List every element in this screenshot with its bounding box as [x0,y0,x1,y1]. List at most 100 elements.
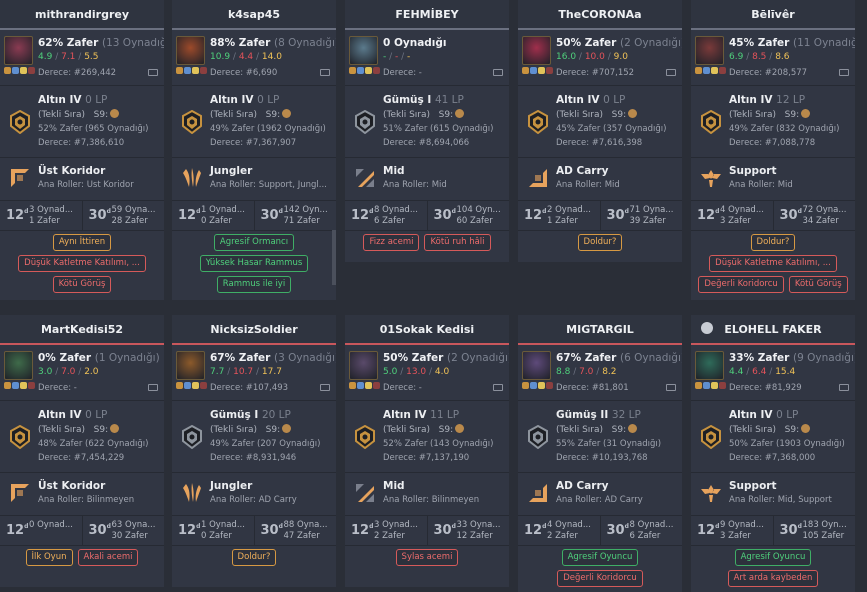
jungle-role-icon [181,167,203,189]
player-tag[interactable]: Düşük Katletme Katılımı, ... [18,255,146,272]
player-name-header[interactable]: ELOHELL FAKER [691,315,855,345]
ranked-winrate: 55% Zafer (31 Oynadığı) [556,439,662,449]
rank-emblem-icon [354,109,376,135]
champion-portrait [522,36,551,65]
tags-area: Aynı İttiren Düşük Katletme Katılımı, ...… [0,231,164,293]
rank-emblem-icon [700,109,722,135]
rank-tier: Altın IV 0 LP [38,409,108,421]
player-name-header[interactable]: FEHMİBEY [345,0,509,30]
player-name[interactable]: 01Sokak Kedisi [380,323,474,336]
champion-section: 0 Oynadığı - / - / - Derece: - [345,30,509,86]
player-tag[interactable]: Değerli Koridorcu [698,276,784,293]
scrollbar[interactable] [332,230,336,285]
book-icon[interactable] [320,69,330,76]
player-name-header[interactable]: NicksizSoldier [172,315,336,345]
role-section: Support Ana Roller: Mid [691,158,855,201]
rank-tier: Altın IV 0 LP [729,409,799,421]
player-card: TheCORONAa 50% Zafer (2 Oynadığı) 16.0 /… [518,0,682,262]
champion-section: 67% Zafer (6 Oynadığı) 8.8 / 7.0 / 8.2 D… [518,345,682,401]
book-icon[interactable] [666,384,676,391]
queue-info: (Tekli Sıra) S9: [556,109,638,120]
player-tag[interactable]: Yüksek Hasar Rammus [199,255,309,272]
player-tag[interactable]: Kötü Görüş [788,276,848,293]
player-tag[interactable]: Değerli Koridorcu [557,570,643,587]
player-name[interactable]: MartKedisi52 [41,323,123,336]
player-tag[interactable]: Agresif Oyuncu [734,549,812,566]
book-icon[interactable] [839,69,849,76]
ranked-rank: Derece: #8,694,066 [383,138,470,148]
season-emblem-icon [110,109,120,118]
book-icon[interactable] [493,384,503,391]
ranked-section: Gümüş I 20 LP (Tekli Sıra) S9: 49% Zafer… [172,401,336,473]
player-tag[interactable]: İlk Oyun [25,549,73,566]
player-name[interactable]: k4sap45 [228,8,280,21]
stat-12-days: 12d 4 Oynad... 2 Zafer [518,516,601,545]
book-icon[interactable] [666,69,676,76]
player-card: 01Sokak Kedisi 50% Zafer (2 Oynadığı) 5.… [345,315,509,587]
player-name[interactable]: mithrandirgrey [35,8,129,21]
ranked-section: Altın IV 11 LP (Tekli Sıra) S9: 52% Zafe… [345,401,509,473]
rune-icons [695,67,726,74]
player-tag[interactable]: Rammus ile iyi [216,276,292,293]
player-name[interactable]: FEHMİBEY [395,8,458,21]
champion-winrate: 67% Zafer (6 Oynadığı) [556,352,682,364]
ranked-winrate: 50% Zafer (1903 Oynadığı) [729,439,845,449]
recent-stats: 12d 1 Oynad... 0 Zafer 30d 88 Oyna... 47 Zaf… [172,516,336,546]
player-name[interactable]: TheCORONAa [558,8,641,21]
tags-area: Doldur? [518,231,682,251]
champion-rank: Derece: #6,690 [210,68,278,78]
player-tag[interactable]: Agresif Ormancı [213,234,295,251]
ranked-rank: Derece: #7,454,229 [38,453,125,463]
rank-tier: Altın IV 0 LP [38,94,108,106]
book-icon[interactable] [148,384,158,391]
player-name[interactable]: Bēlīvêr [751,8,794,21]
player-tag[interactable]: Akali acemi [77,549,139,566]
stat-30-days: 30d 72 Oyna... 34 Zafer [779,205,847,226]
player-tag[interactable]: Doldur? [577,234,623,251]
champion-portrait [695,351,724,380]
player-tag[interactable]: Doldur? [231,549,277,566]
player-name[interactable]: ELOHELL FAKER [724,323,821,336]
player-tag[interactable]: Fizz acemi [363,234,420,251]
champion-rank: Derece: #707,152 [556,68,635,78]
stat-12-days: 12d 1 Oynad... 0 Zafer [172,201,255,230]
book-icon[interactable] [148,69,158,76]
rank-emblem-icon [354,424,376,450]
champion-rank: Derece: #81,801 [556,383,629,393]
player-tag[interactable]: Düşük Katletme Katılımı, ... [709,255,837,272]
player-name-header[interactable]: k4sap45 [172,0,336,30]
role-section: Support Ana Roller: Mid, Support [691,473,855,516]
player-tag[interactable]: Doldur? [750,234,796,251]
ranked-rank: Derece: #7,367,907 [210,138,297,148]
jungle-role-icon [181,482,203,504]
book-icon[interactable] [839,384,849,391]
player-name-header[interactable]: Bēlīvêr [691,0,855,30]
tags-area: Sylas acemi [345,546,509,566]
ranked-winrate: 49% Zafer (832 Oynadığı) [729,124,840,134]
player-name-header[interactable]: TheCORONAa [518,0,682,30]
player-name-header[interactable]: MIGTARGIL [518,315,682,345]
player-name-header[interactable]: MartKedisi52 [0,315,164,345]
champion-winrate: 0 Oynadığı [383,37,447,49]
stat-12-days: 12d 0 Oynad... [0,516,83,545]
season-emblem-icon [628,424,638,433]
player-name-header[interactable]: mithrandirgrey [0,0,164,30]
adc-role-icon [527,167,549,189]
champion-rank: Derece: #269,442 [38,68,117,78]
player-card: MIGTARGIL 67% Zafer (6 Oynadığı) 8.8 / 7… [518,315,682,592]
player-tag[interactable]: Art arda kaybeden [727,570,819,587]
recent-stats: 12d 9 Oynad... 3 Zafer 30d 183 Oyn... 105 Za… [691,516,855,546]
player-tag[interactable]: Kötü Görüş [52,276,112,293]
player-name[interactable]: MIGTARGIL [566,323,634,336]
player-name[interactable]: NicksizSoldier [210,323,297,336]
player-tag[interactable]: Aynı İttiren [52,234,112,251]
role-section: Jungler Ana Roller: Support, Jungl... [172,158,336,201]
book-icon[interactable] [320,384,330,391]
player-tag[interactable]: Kötü ruh hâli [424,234,491,251]
stat-30-days: 30d 88 Oyna... 47 Zafer [260,520,328,541]
player-tag[interactable]: Sylas acemi [395,549,459,566]
book-icon[interactable] [493,69,503,76]
player-card: NicksizSoldier 67% Zafer (3 Oynadığı) 7.… [172,315,336,587]
player-tag[interactable]: Agresif Oyuncu [561,549,639,566]
player-name-header[interactable]: 01Sokak Kedisi [345,315,509,345]
